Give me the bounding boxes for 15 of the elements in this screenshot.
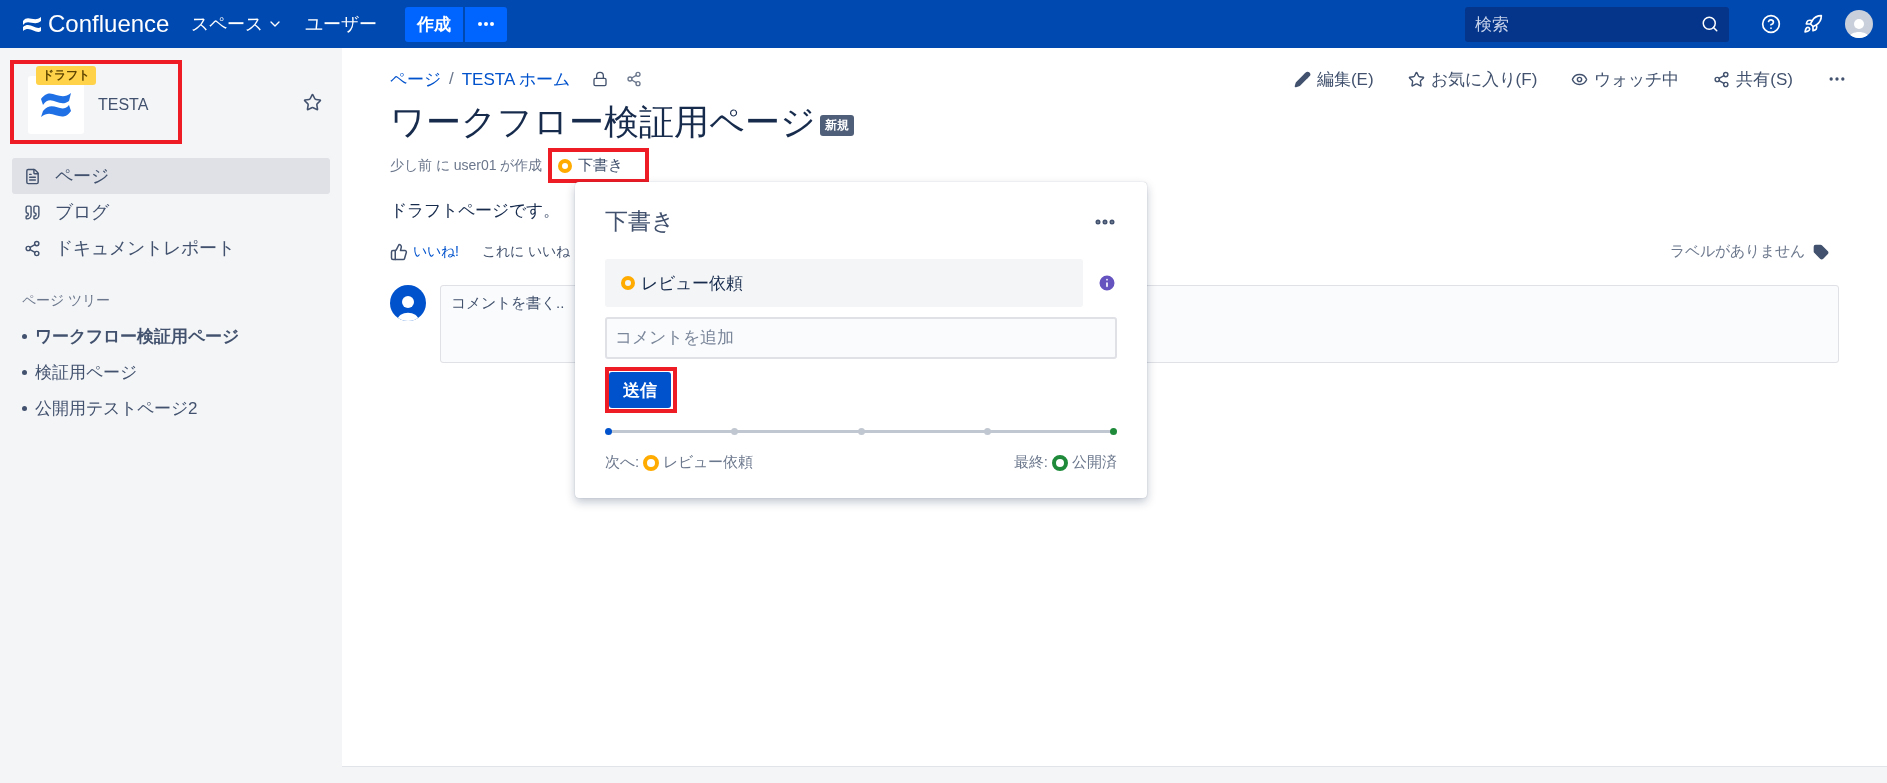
breadcrumb-separator: / [449, 69, 454, 89]
draft-badge: ドラフト [36, 66, 96, 85]
labels-note: ラベルがありません [1670, 242, 1805, 261]
page-title: ワークフロー検証用ページ [390, 101, 816, 143]
byline: 少し前 に user01 が作成 [390, 156, 543, 175]
space-name: TESTA [98, 96, 149, 114]
final-label: 最終: [1013, 453, 1048, 472]
page-body: ドラフトページです。 [390, 200, 560, 222]
next-label: 次へ: [605, 453, 640, 472]
next-status: レビュー依頼 [663, 453, 754, 472]
popup-title: 下書き [605, 207, 675, 236]
like-note: これに いいね [481, 242, 570, 261]
final-status: 公開済 [1072, 453, 1117, 472]
tree-heading: ページ ツリー [22, 292, 111, 310]
new-badge: 新規 [820, 115, 854, 136]
